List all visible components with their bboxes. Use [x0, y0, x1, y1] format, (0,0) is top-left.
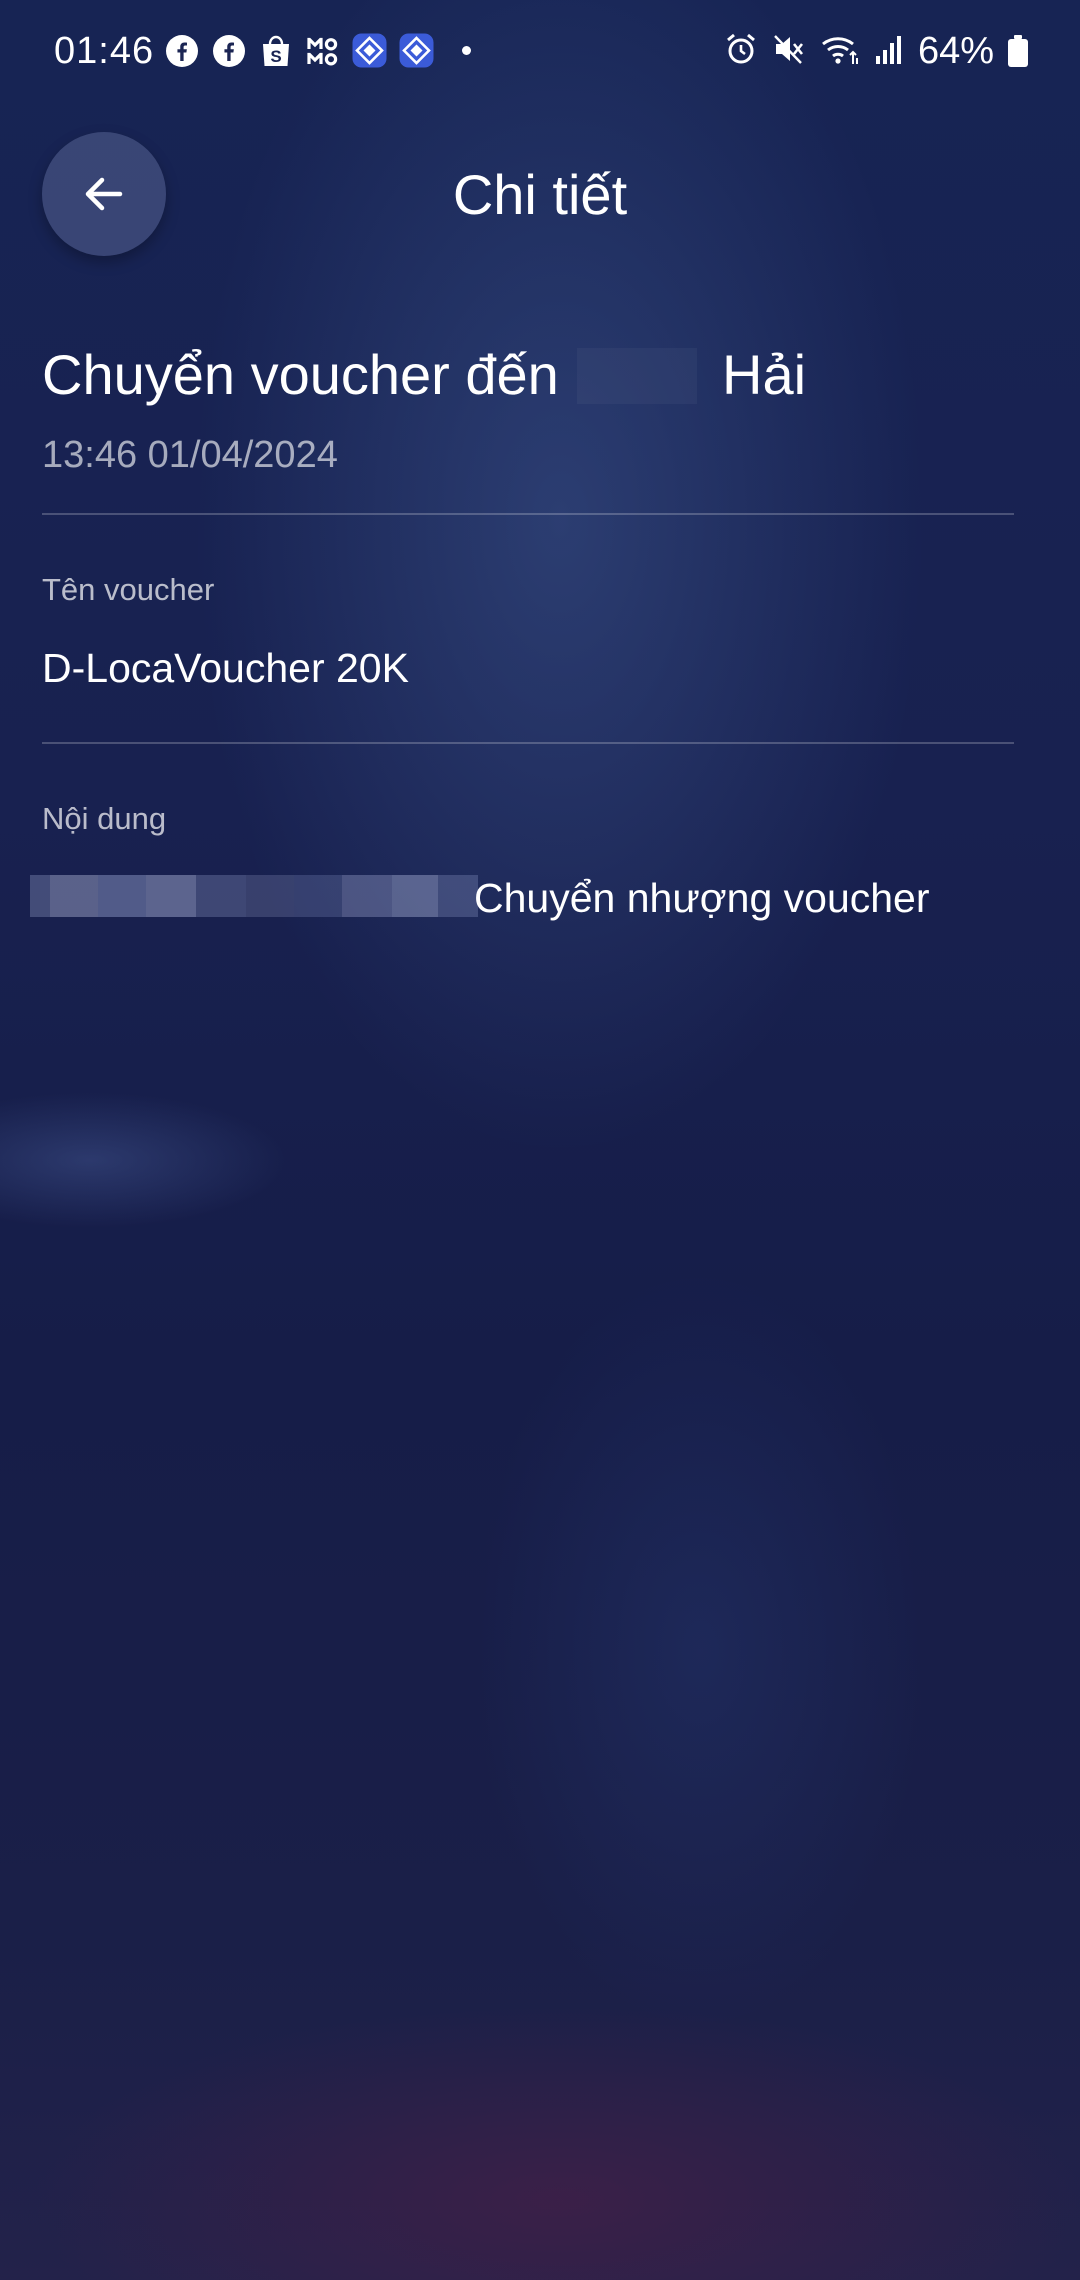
facebook-icon: [211, 33, 246, 68]
shopee-icon: S: [258, 33, 293, 68]
divider: [42, 742, 1014, 744]
recipient-name: Hải: [722, 343, 807, 406]
detail-content: Chuyển voucher đến Hải 13:46 01/04/2024 …: [30, 330, 1014, 929]
facebook-icon: [164, 33, 199, 68]
alarm-icon: [724, 32, 758, 71]
voucher-name-label: Tên voucher: [42, 572, 215, 607]
momo-icon: [305, 33, 340, 68]
transfer-timestamp: 13:46 01/04/2024: [42, 434, 338, 476]
transfer-title-text: Chuyển voucher đến: [42, 343, 559, 406]
redacted-recipient-name: [577, 348, 697, 404]
status-time: 01:46: [54, 30, 155, 72]
battery-percent: 64%: [917, 30, 994, 72]
notification-icons: S: [164, 33, 471, 68]
app-diamond-icon: [352, 33, 387, 68]
svg-text:S: S: [270, 47, 281, 66]
more-notifications-dot: [462, 46, 471, 55]
status-bar: 01:46 S 64%: [0, 0, 1080, 100]
redacted-text-mosaic: [30, 875, 478, 917]
app-diamond-icon: [399, 33, 434, 68]
transfer-title: Chuyển voucher đến Hải: [42, 330, 1014, 420]
note-row: Chuyển nhượng voucher: [30, 867, 1014, 929]
divider: [42, 513, 1014, 515]
signal-icon: [874, 32, 904, 71]
mute-icon: [772, 32, 806, 71]
page-title: Chi tiết: [452, 163, 628, 226]
system-icons: 64%: [724, 28, 1028, 74]
wifi-icon: [820, 32, 860, 71]
note-label: Nội dung: [42, 801, 167, 836]
voucher-name-value: D-LocaVoucher 20K: [42, 645, 409, 691]
battery-icon: [1008, 35, 1028, 67]
note-value: Chuyển nhượng voucher: [474, 875, 930, 921]
